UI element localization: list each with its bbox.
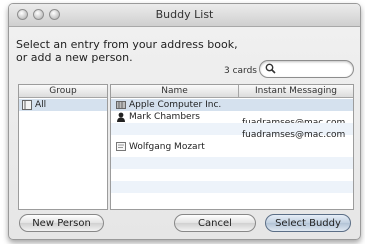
instructions-text: Select an entry from your address book, …: [16, 38, 266, 64]
im-column-header[interactable]: Instant Messaging: [239, 85, 353, 98]
empty-row: [111, 181, 353, 193]
instructions-line-1: Select an entry from your address book,: [16, 38, 238, 51]
table-row[interactable]: Wolfgang Mozart: [111, 141, 353, 153]
table-row[interactable]: Apple Computer Inc.: [111, 99, 353, 111]
group-column-header[interactable]: Group: [19, 85, 107, 98]
select-buddy-button[interactable]: Select Buddy: [265, 214, 351, 232]
table-row[interactable]: fuadramses@mac.com: [111, 123, 353, 140]
search-icon: [265, 63, 276, 74]
group-list[interactable]: Group All: [18, 84, 108, 210]
row-im: fuadramses@mac.com: [242, 130, 346, 140]
card-count: 3 cards: [224, 66, 257, 76]
table-row[interactable]: Mark Chambers fuadramses@mac.com: [111, 111, 353, 128]
row-name: Wolfgang Mozart: [129, 142, 205, 152]
group-item-label: All: [35, 100, 47, 110]
cancel-button[interactable]: Cancel: [174, 214, 256, 232]
row-name: Apple Computer Inc.: [129, 100, 222, 110]
company-icon: [116, 101, 126, 109]
new-person-button[interactable]: New Person: [19, 214, 104, 232]
name-column-header[interactable]: Name: [111, 85, 239, 98]
search-field[interactable]: [259, 60, 354, 78]
title-bar[interactable]: Buddy List: [9, 4, 360, 27]
people-table[interactable]: Name Instant Messaging Apple Computer In…: [110, 84, 354, 210]
group-card-icon: [22, 100, 32, 110]
buddy-list-window: Buddy List Select an entry from your add…: [8, 3, 361, 240]
row-name: Mark Chambers: [129, 112, 200, 122]
person-icon: [117, 112, 125, 122]
window-title: Buddy List: [155, 8, 214, 21]
empty-row: [111, 157, 353, 169]
instructions-line-2: or add a new person.: [16, 51, 133, 64]
group-item-all[interactable]: All: [19, 99, 107, 111]
card-icon: [116, 142, 126, 151]
